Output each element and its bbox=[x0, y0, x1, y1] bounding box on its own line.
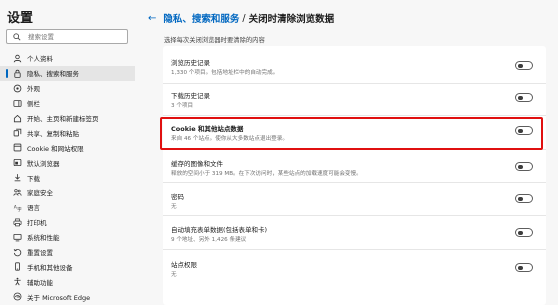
clear-on-close-panel: 浏览历史记录 1,330 个项目。包括地址栏中的自动完成。 下载历史记录 3 个… bbox=[163, 46, 546, 305]
sidebar-title: 设置 bbox=[7, 11, 34, 26]
profile-icon bbox=[12, 53, 22, 63]
accessibility-icon bbox=[12, 277, 22, 287]
home-icon bbox=[12, 113, 22, 123]
setting-row-cached-files: 缓存的图像和文件 释放的空间小于 319 MB。在下次访问时，某些站点的加载速度… bbox=[163, 150, 546, 183]
breadcrumb-separator: / bbox=[242, 12, 246, 24]
setting-row-browsing-history: 浏览历史记录 1,330 个项目。包括地址栏中的自动完成。 bbox=[163, 46, 546, 84]
setting-title: 下载历史记录 bbox=[171, 92, 210, 100]
browser-icon bbox=[12, 158, 22, 168]
language-icon: A字 bbox=[12, 202, 22, 212]
share-icon bbox=[12, 128, 22, 138]
sidebar-item-cookies-site-permissions[interactable]: Cookie 和网站权限 bbox=[0, 140, 135, 155]
sidebar-item-label: 手机和其他设备 bbox=[27, 263, 73, 272]
toggle-download-history[interactable] bbox=[515, 93, 533, 102]
sidebar-item-about-edge[interactable]: 关于 Microsoft Edge bbox=[0, 289, 135, 304]
sidebar-item-default-browser[interactable]: 默认浏览器 bbox=[0, 155, 135, 170]
setting-title: 自动填充表单数据(包括表单和卡) bbox=[171, 226, 268, 234]
back-arrow-icon[interactable]: ← bbox=[148, 13, 156, 24]
breadcrumb-parent-link[interactable]: 隐私、搜索和服务 bbox=[163, 11, 239, 25]
sidebar-item-family-safety[interactable]: 家庭安全 bbox=[0, 185, 135, 200]
sidebar-item-sidebar[interactable]: 侧栏 bbox=[0, 96, 135, 111]
setting-subtitle: 释放的空间小于 319 MB。在下次访问时，某些站点的加载速度可能会变慢。 bbox=[171, 171, 362, 177]
toggle-browsing-history[interactable] bbox=[515, 61, 533, 70]
settings-sidebar: 设置 个人资料 隐私、搜索和服务 外观 侧栏 bbox=[0, 0, 135, 305]
setting-row-download-history: 下载历史记录 3 个项目 bbox=[163, 84, 546, 116]
search-settings-input[interactable] bbox=[28, 32, 123, 41]
setting-title: 密码 bbox=[171, 193, 184, 201]
search-settings-box[interactable] bbox=[6, 29, 128, 44]
reset-icon bbox=[12, 247, 22, 257]
page-title: 关闭时清除浏览数据 bbox=[248, 14, 335, 25]
sidebar-item-system-performance[interactable]: 系统和性能 bbox=[0, 230, 135, 245]
search-icon bbox=[11, 31, 23, 43]
sidebar-item-label: 重置设置 bbox=[27, 249, 53, 258]
sidebar-item-label: 打印机 bbox=[27, 219, 47, 228]
settings-nav: 个人资料 隐私、搜索和服务 外观 侧栏 开始、主页和新建标签页 共享、复制和粘贴 bbox=[0, 51, 135, 304]
download-icon bbox=[12, 173, 22, 183]
setting-subtitle: 1,330 个项目。包括地址栏中的自动完成。 bbox=[171, 70, 279, 76]
sidebar-item-label: 共享、复制和粘贴 bbox=[27, 129, 79, 138]
sidebar-item-label: 外观 bbox=[27, 85, 40, 94]
family-icon bbox=[12, 187, 22, 197]
sidebar-item-privacy[interactable]: 隐私、搜索和服务 bbox=[0, 65, 135, 81]
toggle-site-permissions[interactable] bbox=[515, 263, 533, 272]
toggle-passwords[interactable] bbox=[515, 194, 533, 203]
sidebar-item-label: 家庭安全 bbox=[27, 189, 53, 198]
section-subheading: 选择每次关闭浏览器时要清除的内容 bbox=[164, 37, 265, 44]
setting-row-site-permissions: 站点权限 无 bbox=[163, 250, 546, 284]
sidebar-item-appearance[interactable]: 外观 bbox=[0, 81, 135, 96]
sidebar-item-phone-devices[interactable]: 手机和其他设备 bbox=[0, 259, 135, 274]
setting-subtitle: 无 bbox=[171, 272, 177, 278]
setting-row-passwords: 密码 无 bbox=[163, 183, 546, 216]
sidebar-item-label: Cookie 和网站权限 bbox=[27, 144, 84, 153]
sidebar-item-label: 下载 bbox=[27, 174, 40, 183]
site-permissions-icon bbox=[12, 143, 22, 153]
sidebar-item-label: 系统和性能 bbox=[27, 234, 60, 243]
setting-subtitle: 3 个项目 bbox=[171, 103, 194, 109]
setting-subtitle: 9 个地址、另外 1,426 条建议 bbox=[171, 237, 247, 243]
sidebar-item-label: 关于 Microsoft Edge bbox=[27, 293, 91, 302]
setting-row-autofill: 自动填充表单数据(包括表单和卡) 9 个地址、另外 1,426 条建议 bbox=[163, 216, 546, 250]
sidebar-item-label: 隐私、搜索和服务 bbox=[27, 70, 79, 79]
toggle-cached-files[interactable] bbox=[515, 162, 533, 171]
setting-title: 缓存的图像和文件 bbox=[171, 160, 223, 168]
highlight-box bbox=[160, 117, 543, 150]
setting-title: 浏览历史记录 bbox=[171, 59, 210, 67]
sidebar-item-label: 开始、主页和新建标签页 bbox=[27, 115, 99, 123]
toggle-autofill[interactable] bbox=[515, 228, 533, 237]
phone-icon bbox=[12, 262, 22, 272]
settings-window: 设置 个人资料 隐私、搜索和服务 外观 侧栏 bbox=[0, 0, 558, 305]
sidebar-item-downloads[interactable]: 下载 bbox=[0, 170, 135, 185]
sidebar-icon bbox=[12, 98, 22, 108]
sidebar-item-share-copy-paste[interactable]: 共享、复制和粘贴 bbox=[0, 125, 135, 140]
sidebar-item-profile[interactable]: 个人资料 bbox=[0, 51, 135, 66]
breadcrumb: ← 隐私、搜索和服务 / 关闭时清除浏览数据 bbox=[148, 11, 335, 26]
sidebar-item-start-home[interactable]: 开始、主页和新建标签页 bbox=[0, 111, 135, 126]
sidebar-item-languages[interactable]: A字 语言 bbox=[0, 200, 135, 215]
sidebar-item-label: 侧栏 bbox=[27, 100, 40, 109]
sidebar-item-label: 默认浏览器 bbox=[27, 159, 60, 168]
sidebar-item-printers[interactable]: 打印机 bbox=[0, 215, 135, 230]
sidebar-item-accessibility[interactable]: 辅助功能 bbox=[0, 274, 135, 289]
sidebar-item-label: 语言 bbox=[27, 204, 40, 213]
system-icon bbox=[12, 232, 22, 242]
lock-icon bbox=[12, 68, 22, 78]
setting-title: 站点权限 bbox=[171, 261, 197, 269]
svg-text:字: 字 bbox=[17, 206, 22, 212]
sidebar-item-reset-settings[interactable]: 重置设置 bbox=[0, 245, 135, 260]
setting-subtitle: 无 bbox=[171, 204, 177, 210]
sidebar-item-label: 个人资料 bbox=[27, 55, 53, 64]
sidebar-item-label: 辅助功能 bbox=[27, 278, 53, 287]
appearance-icon bbox=[12, 83, 22, 93]
printer-icon bbox=[12, 217, 22, 227]
edge-icon bbox=[12, 292, 22, 302]
